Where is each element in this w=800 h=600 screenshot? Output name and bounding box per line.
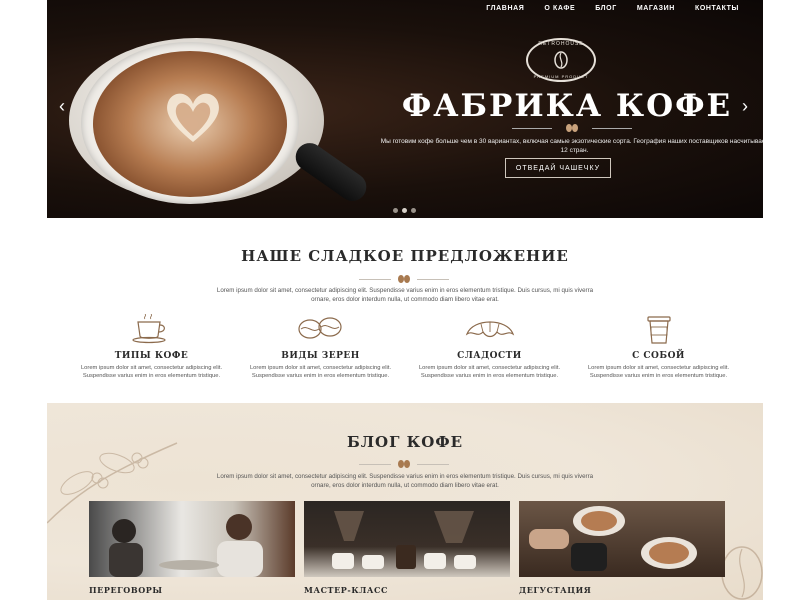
page: ГЛАВНАЯ О КАФЕ БЛОГ МАГАЗИН КОНТАКТЫ ‹ ›…	[47, 0, 763, 600]
feature-list: ТИПЫ КОФЕ Lorem ipsum dolor sit amet, co…	[47, 314, 763, 380]
feature-title: ТИПЫ КОФЕ	[114, 351, 189, 361]
blog-title: БЛОГ КОФЕ	[346, 433, 464, 451]
blog-divider	[359, 459, 449, 469]
slider-dots	[393, 208, 416, 213]
feature-description: Lorem ipsum dolor sit amet, consectetur …	[418, 365, 561, 379]
feature-title: С СОБОЙ	[632, 351, 685, 361]
nav-contacts[interactable]: КОНТАКТЫ	[695, 5, 739, 12]
offer-intro-text: Lorem ipsum dolor sit amet, consectetur …	[216, 287, 594, 303]
blog-card-title[interactable]: МАСТЕР-КЛАСС	[304, 585, 510, 595]
nav-home[interactable]: ГЛАВНАЯ	[486, 5, 524, 12]
logo-top-text: RETROHOUSE	[538, 41, 584, 47]
blog-card-image[interactable]	[89, 501, 295, 577]
beans-divider-icon	[566, 124, 578, 132]
blog-card-negotiations[interactable]: ПЕРЕГОВОРЫ	[89, 501, 295, 595]
brand-logo: RETROHOUSE PREMIUM PRODUCT	[526, 38, 596, 82]
offer-title: НАШЕ СЛАДКОЕ ПРЕДЛОЖЕНИЕ	[241, 247, 569, 265]
feature-sweets[interactable]: СЛАДОСТИ Lorem ipsum dolor sit amet, con…	[415, 314, 565, 380]
blog-card-tasting[interactable]: ДЕГУСТАЦИЯ	[519, 501, 725, 595]
feature-takeaway[interactable]: С СОБОЙ Lorem ipsum dolor sit amet, cons…	[584, 314, 734, 380]
coffee-bean-icon	[554, 51, 568, 69]
takeaway-cup-icon	[646, 316, 671, 344]
feature-description: Lorem ipsum dolor sit amet, consectetur …	[587, 365, 730, 379]
feature-coffee-types[interactable]: ТИПЫ КОФЕ Lorem ipsum dolor sit amet, co…	[77, 314, 227, 380]
coffee-beans-icon	[297, 317, 342, 339]
feature-description: Lorem ipsum dolor sit amet, consectetur …	[249, 365, 392, 379]
blog-card-image[interactable]	[304, 501, 510, 577]
logo-bottom-text: PREMIUM PRODUCT	[533, 74, 589, 79]
feature-description: Lorem ipsum dolor sit amet, consectetur …	[80, 365, 223, 379]
main-nav: ГЛАВНАЯ О КАФЕ БЛОГ МАГАЗИН КОНТАКТЫ	[486, 5, 739, 12]
hero-title: ФАБРИКА КОФЕ	[401, 88, 733, 124]
slider-dot-2[interactable]	[402, 208, 407, 213]
hero-description: Мы готовим кофе больше чем в 30 варианта…	[380, 138, 763, 154]
blog-cards: ПЕРЕГОВОРЫ МАСТЕР-КЛАСС ДЕГУСТАЦИЯ	[89, 501, 725, 595]
beans-divider-icon	[398, 460, 410, 468]
hero-slider: ГЛАВНАЯ О КАФЕ БЛОГ МАГАЗИН КОНТАКТЫ ‹ ›…	[47, 0, 763, 218]
try-coffee-button[interactable]: ОТВЕДАЙ ЧАШЕЧКУ	[505, 158, 611, 178]
nav-about[interactable]: О КАФЕ	[544, 5, 575, 12]
croissant-icon	[465, 321, 514, 338]
nav-shop[interactable]: МАГАЗИН	[637, 5, 675, 12]
slider-dot-3[interactable]	[411, 208, 416, 213]
feature-bean-types[interactable]: ВИДЫ ЗЕРЕН Lorem ipsum dolor sit amet, c…	[246, 314, 396, 380]
beans-divider-icon	[398, 275, 410, 283]
coffee-cup-icon	[131, 314, 166, 344]
latte-cup-image	[69, 38, 372, 208]
blog-card-title[interactable]: ДЕГУСТАЦИЯ	[519, 585, 725, 595]
blog-intro-text: Lorem ipsum dolor sit amet, consectetur …	[216, 473, 594, 489]
blog-section: БЛОГ КОФЕ Lorem ipsum dolor sit amet, co…	[47, 403, 763, 600]
blog-card-title[interactable]: ПЕРЕГОВОРЫ	[89, 585, 295, 595]
feature-title: ВИДЫ ЗЕРЕН	[281, 351, 360, 361]
offer-divider	[359, 274, 449, 284]
offer-section: НАШЕ СЛАДКОЕ ПРЕДЛОЖЕНИЕ Lorem ipsum dol…	[47, 218, 763, 403]
latte-art-heart	[167, 93, 219, 142]
blog-card-masterclass[interactable]: МАСТЕР-КЛАСС	[304, 501, 510, 595]
blog-card-image[interactable]	[519, 501, 725, 577]
slider-prev-arrow[interactable]: ‹	[59, 96, 65, 117]
feature-title: СЛАДОСТИ	[457, 351, 522, 361]
nav-blog[interactable]: БЛОГ	[595, 5, 617, 12]
slider-dot-1[interactable]	[393, 208, 398, 213]
hero-divider	[512, 123, 632, 133]
